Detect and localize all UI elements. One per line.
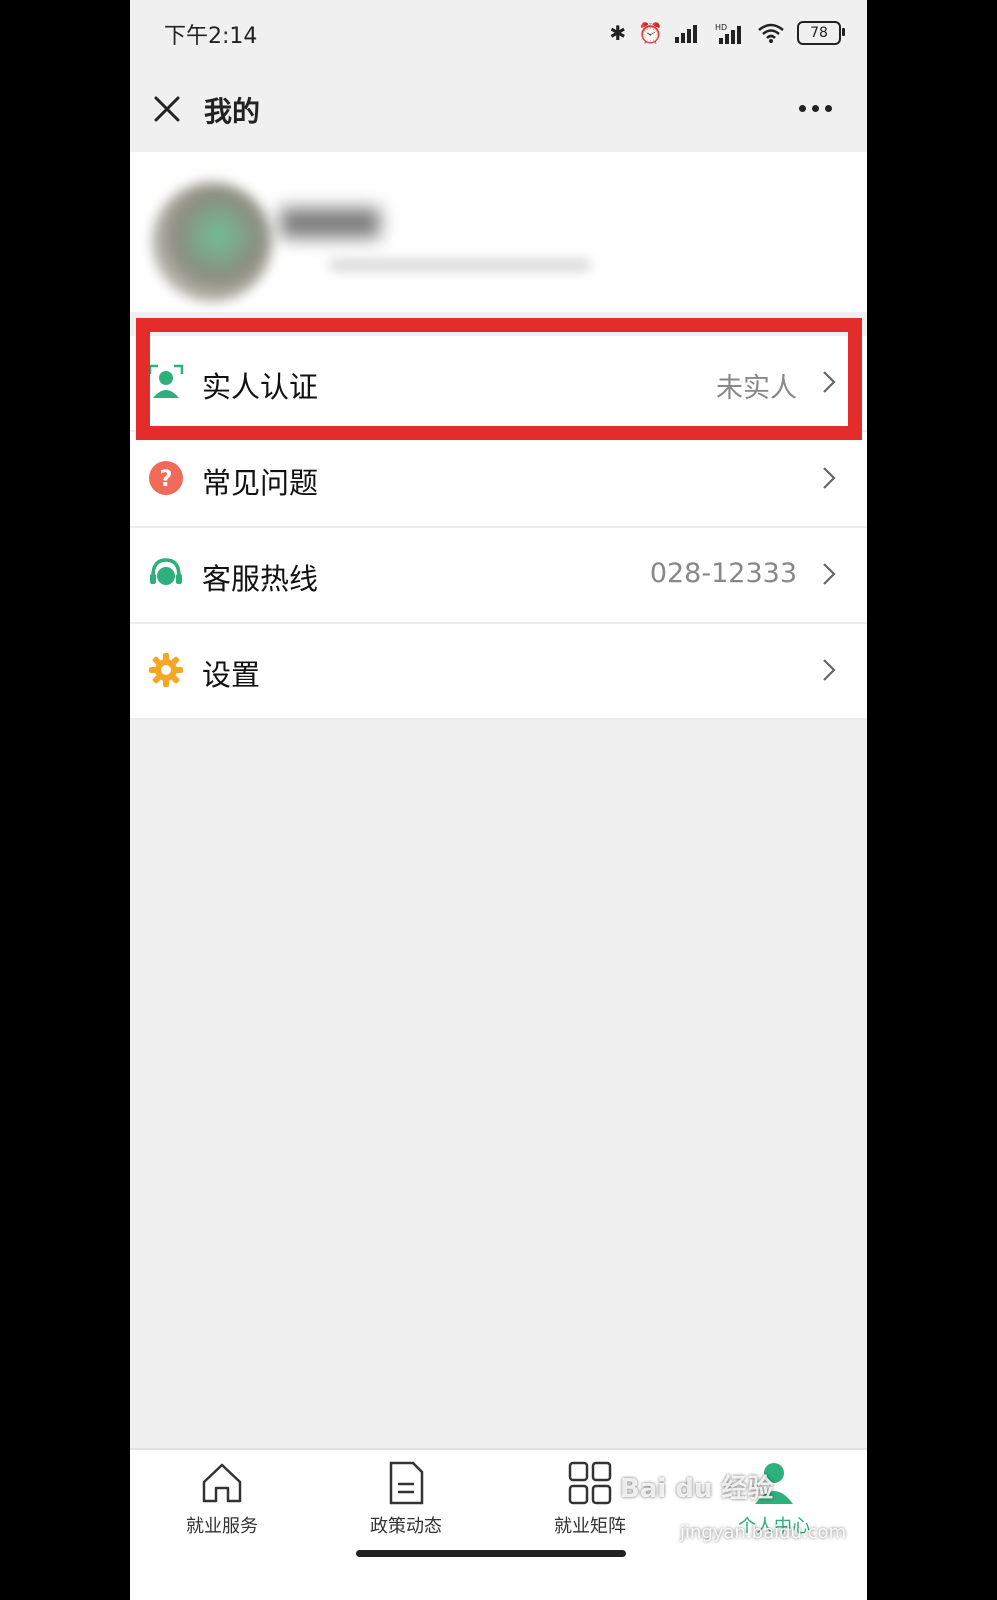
bluetooth-icon: ✱ (609, 21, 627, 45)
user-info-blurred (330, 260, 590, 270)
chevron-right-icon (823, 467, 836, 489)
face-verify-icon (148, 364, 184, 398)
menu-item-label: 常见问题 (202, 466, 319, 500)
grid-icon (568, 1461, 612, 1505)
signal-icon (675, 25, 697, 43)
svg-text:HD: HD (715, 23, 727, 32)
menu-item-faq[interactable]: ? 常见问题 (130, 432, 867, 528)
tab-label: 就业矩阵 (554, 1516, 626, 1537)
close-icon[interactable] (150, 92, 184, 126)
menu-item-verification[interactable]: 实人认证 未实人 (130, 336, 867, 432)
page-title: 我的 (204, 95, 261, 128)
tab-employment-services[interactable]: 就业服务 (130, 1460, 314, 1550)
status-time: 下午2:14 (164, 24, 258, 49)
hotline-number: 028-12333 (649, 558, 797, 589)
nav-bar: 我的 (130, 70, 867, 152)
battery-icon: 78 (797, 21, 845, 45)
tab-label: 就业服务 (186, 1516, 258, 1537)
document-icon (389, 1461, 424, 1505)
menu-item-label: 实人认证 (202, 370, 319, 404)
gear-icon (149, 653, 183, 687)
menu-item-label: 客服热线 (202, 562, 319, 596)
home-indicator (356, 1550, 626, 1557)
chevron-right-icon (823, 563, 836, 585)
menu-item-label: 设置 (202, 658, 261, 692)
menu-item-hotline[interactable]: 客服热线 028-12333 (130, 528, 867, 624)
avatar (152, 182, 272, 302)
signal-hd-icon: HD (715, 23, 741, 44)
svg-text:?: ? (160, 467, 173, 492)
alarm-icon: ⏰ (638, 21, 663, 45)
tab-policy-news[interactable]: 政策动态 (314, 1460, 498, 1550)
menu-list: 实人认证 未实人 ? 常见问题 客服热线 028-12333 设置 (130, 320, 867, 720)
status-icons: ✱ ⏰ HD 78 (609, 18, 845, 48)
verification-status: 未实人 (716, 373, 797, 404)
more-icon[interactable] (799, 100, 839, 116)
phone-screen: 下午2:14 ✱ ⏰ HD 78 我的 实人认证 未实人 ? 常见问题 客服热线… (130, 0, 867, 1600)
headset-icon (150, 558, 182, 585)
watermark-url: jingyan.baidu.com (680, 1522, 847, 1543)
tab-label: 政策动态 (370, 1516, 442, 1537)
username-blurred (280, 208, 380, 238)
status-bar: 下午2:14 ✱ ⏰ HD 78 (130, 0, 867, 70)
watermark-brand: Bai du 经验 (620, 1474, 774, 1504)
chevron-right-icon (823, 659, 836, 681)
profile-header[interactable] (130, 152, 867, 312)
home-icon (202, 1463, 242, 1503)
menu-item-settings[interactable]: 设置 (130, 624, 867, 720)
chevron-right-icon (823, 371, 836, 393)
wifi-icon (758, 23, 784, 43)
question-icon: ? (149, 461, 183, 495)
